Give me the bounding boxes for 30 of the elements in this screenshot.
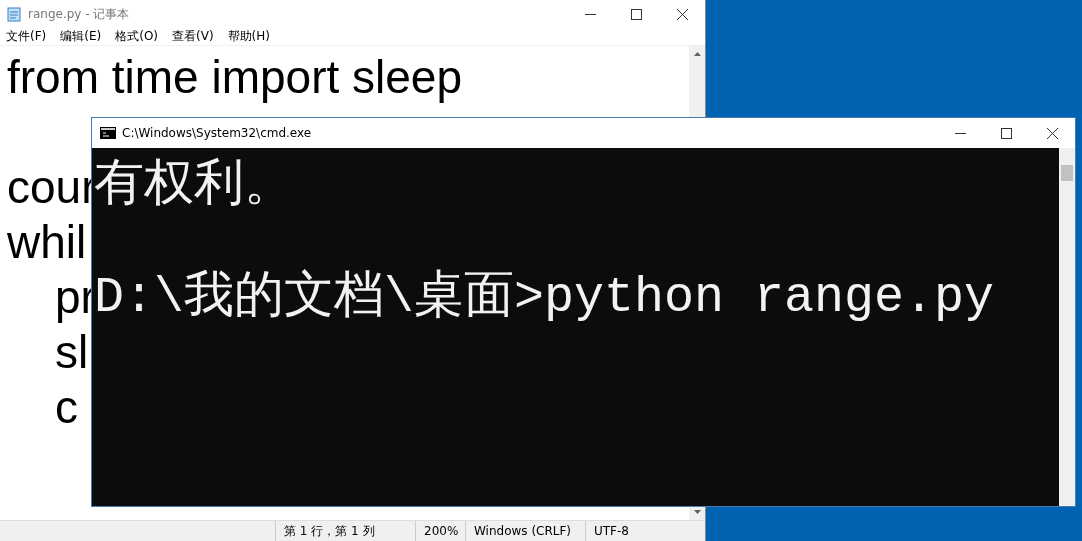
minimize-icon — [954, 132, 966, 134]
minimize-icon — [584, 13, 596, 15]
close-icon — [1046, 127, 1058, 139]
code-line: from time import sleep — [7, 51, 462, 103]
maximize-icon — [630, 8, 642, 20]
status-text: UTF-8 — [585, 521, 695, 541]
status-text: Windows (CRLF) — [465, 521, 585, 541]
status-text: 200% — [415, 521, 465, 541]
code-line: sl — [55, 326, 89, 378]
window-title: range.py - 记事本 — [28, 5, 130, 23]
scroll-up-arrow-icon[interactable] — [693, 52, 701, 56]
scroll-thumb[interactable] — [1061, 165, 1073, 181]
window-title: C:\Windows\System32\cmd.exe — [122, 126, 312, 140]
menu-item[interactable]: 帮助(H) — [223, 28, 274, 45]
menu-item[interactable]: 格式(O) — [111, 28, 163, 45]
status-text: 第 1 行，第 1 列 — [275, 521, 415, 541]
vertical-scrollbar[interactable] — [1059, 148, 1075, 506]
code-line: pr — [55, 271, 96, 323]
menu-item[interactable]: 编辑(E) — [56, 28, 106, 45]
maximize-icon — [1000, 127, 1012, 139]
console-line: 有权利。 — [94, 157, 294, 214]
code-line: c — [55, 381, 78, 433]
console-icon — [100, 127, 116, 139]
menu-item[interactable]: 查看(V) — [168, 28, 218, 45]
console-line: D:\我的文档\桌面>python range.py — [94, 269, 995, 326]
notepad-icon — [6, 6, 22, 22]
code-line: whil — [7, 216, 87, 268]
menu-item[interactable]: 文件(F) — [2, 28, 51, 45]
scroll-down-arrow-icon[interactable] — [693, 510, 701, 514]
close-icon — [676, 8, 688, 20]
